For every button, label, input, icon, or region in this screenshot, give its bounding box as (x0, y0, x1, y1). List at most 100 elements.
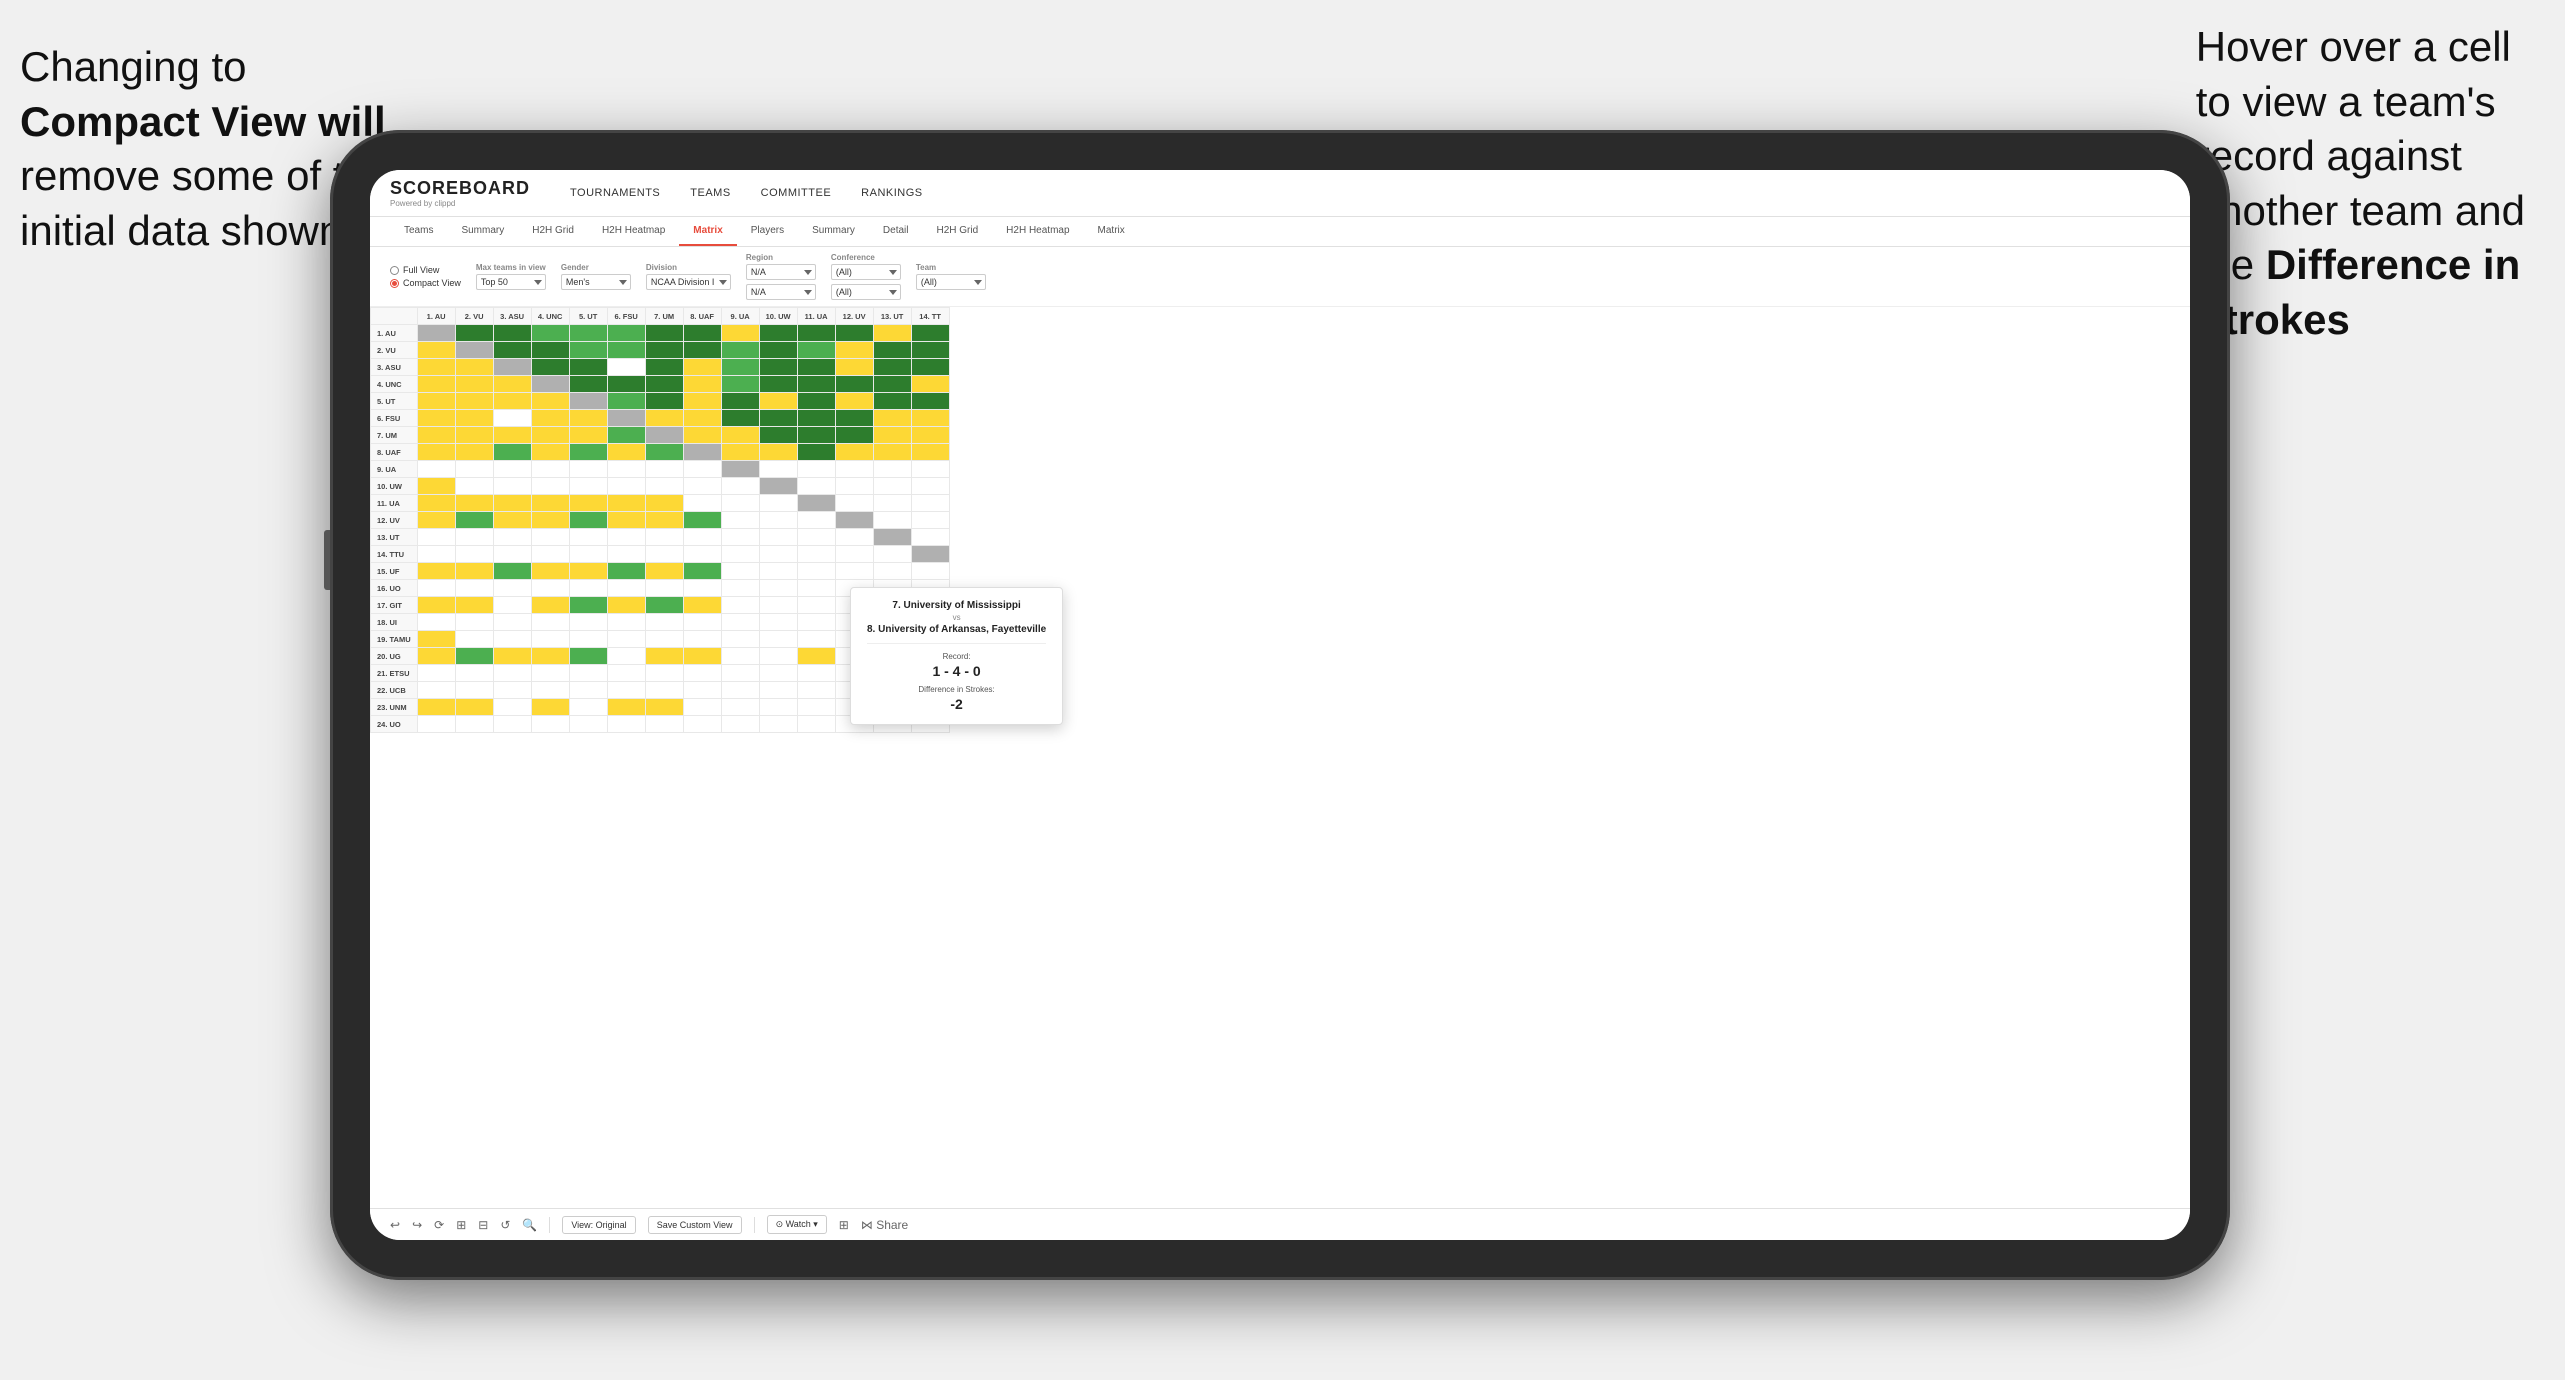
max-teams-select[interactable]: Top 50 (476, 274, 546, 290)
matrix-cell[interactable] (759, 444, 797, 461)
conference-select-1[interactable]: (All) (831, 264, 901, 280)
matrix-cell[interactable] (455, 597, 493, 614)
matrix-cell[interactable] (607, 580, 645, 597)
share-icon[interactable]: ⋈ Share (861, 1218, 908, 1232)
matrix-cell[interactable] (531, 699, 569, 716)
matrix-cell[interactable] (835, 410, 873, 427)
matrix-cell[interactable] (417, 648, 455, 665)
matrix-cell[interactable] (645, 597, 683, 614)
tab-summary-2[interactable]: Summary (798, 217, 869, 246)
matrix-cell[interactable] (531, 648, 569, 665)
matrix-cell[interactable] (797, 631, 835, 648)
matrix-cell[interactable] (759, 597, 797, 614)
matrix-cell[interactable] (417, 614, 455, 631)
matrix-cell[interactable] (417, 376, 455, 393)
matrix-cell[interactable] (835, 325, 873, 342)
matrix-cell[interactable] (455, 631, 493, 648)
tab-teams[interactable]: Teams (390, 217, 447, 246)
matrix-cell[interactable] (569, 495, 607, 512)
compact-view-option[interactable]: Compact View (390, 278, 461, 288)
matrix-cell[interactable] (417, 444, 455, 461)
zoom-in-icon[interactable]: ⊞ (456, 1218, 466, 1232)
matrix-cell[interactable] (759, 614, 797, 631)
matrix-cell[interactable] (873, 376, 911, 393)
matrix-cell[interactable] (645, 376, 683, 393)
matrix-cell[interactable] (721, 495, 759, 512)
matrix-cell[interactable] (417, 665, 455, 682)
matrix-cell[interactable] (721, 580, 759, 597)
matrix-cell[interactable] (455, 665, 493, 682)
matrix-cell[interactable] (759, 665, 797, 682)
matrix-cell[interactable] (721, 699, 759, 716)
matrix-cell[interactable] (721, 631, 759, 648)
matrix-cell[interactable] (835, 546, 873, 563)
matrix-cell[interactable] (493, 699, 531, 716)
matrix-cell[interactable] (759, 699, 797, 716)
matrix-cell[interactable] (569, 376, 607, 393)
matrix-cell[interactable] (683, 648, 721, 665)
matrix-cell[interactable] (721, 614, 759, 631)
matrix-cell[interactable] (683, 342, 721, 359)
matrix-cell[interactable] (759, 461, 797, 478)
matrix-cell[interactable] (645, 529, 683, 546)
matrix-cell[interactable] (493, 325, 531, 342)
matrix-cell[interactable] (873, 325, 911, 342)
matrix-cell[interactable] (417, 546, 455, 563)
matrix-cell[interactable] (873, 427, 911, 444)
matrix-cell[interactable] (607, 665, 645, 682)
matrix-cell[interactable] (531, 597, 569, 614)
matrix-cell[interactable] (645, 546, 683, 563)
matrix-cell[interactable] (569, 580, 607, 597)
matrix-cell[interactable] (569, 529, 607, 546)
matrix-cell[interactable] (569, 648, 607, 665)
matrix-cell[interactable] (835, 461, 873, 478)
matrix-cell[interactable] (683, 699, 721, 716)
nav-tournaments[interactable]: TOURNAMENTS (570, 187, 660, 199)
matrix-cell[interactable] (797, 495, 835, 512)
matrix-cell[interactable] (873, 563, 911, 580)
matrix-cell[interactable] (759, 410, 797, 427)
matrix-cell[interactable] (721, 393, 759, 410)
matrix-cell[interactable] (645, 393, 683, 410)
matrix-cell[interactable] (797, 580, 835, 597)
rotate-icon[interactable]: ↺ (500, 1218, 510, 1232)
matrix-cell[interactable] (417, 631, 455, 648)
matrix-cell[interactable] (417, 512, 455, 529)
matrix-cell[interactable] (569, 665, 607, 682)
matrix-cell[interactable] (569, 325, 607, 342)
tab-matrix-active[interactable]: Matrix (679, 217, 736, 246)
matrix-cell[interactable] (759, 393, 797, 410)
matrix-cell[interactable] (417, 699, 455, 716)
matrix-cell[interactable] (835, 393, 873, 410)
matrix-cell[interactable] (493, 631, 531, 648)
matrix-cell[interactable] (607, 682, 645, 699)
matrix-cell[interactable] (873, 546, 911, 563)
matrix-cell[interactable] (493, 393, 531, 410)
matrix-cell[interactable] (493, 427, 531, 444)
matrix-cell[interactable] (607, 546, 645, 563)
matrix-cell[interactable] (797, 614, 835, 631)
matrix-cell[interactable] (759, 682, 797, 699)
matrix-cell[interactable] (721, 665, 759, 682)
matrix-cell[interactable] (683, 410, 721, 427)
matrix-cell[interactable] (873, 495, 911, 512)
matrix-cell[interactable] (683, 716, 721, 733)
matrix-cell[interactable] (835, 342, 873, 359)
matrix-cell[interactable] (607, 512, 645, 529)
matrix-cell[interactable] (683, 546, 721, 563)
matrix-cell[interactable] (417, 597, 455, 614)
matrix-cell[interactable] (873, 478, 911, 495)
matrix-cell[interactable] (455, 512, 493, 529)
matrix-cell[interactable] (607, 359, 645, 376)
tab-matrix-2[interactable]: Matrix (1084, 217, 1139, 246)
tab-summary-1[interactable]: Summary (447, 217, 518, 246)
matrix-cell[interactable] (569, 342, 607, 359)
matrix-cell[interactable] (607, 342, 645, 359)
matrix-cell[interactable] (455, 563, 493, 580)
matrix-cell[interactable] (797, 665, 835, 682)
matrix-cell[interactable] (835, 529, 873, 546)
tab-players[interactable]: Players (737, 217, 798, 246)
matrix-cell[interactable] (683, 529, 721, 546)
matrix-cell[interactable] (721, 342, 759, 359)
matrix-cell[interactable] (607, 597, 645, 614)
